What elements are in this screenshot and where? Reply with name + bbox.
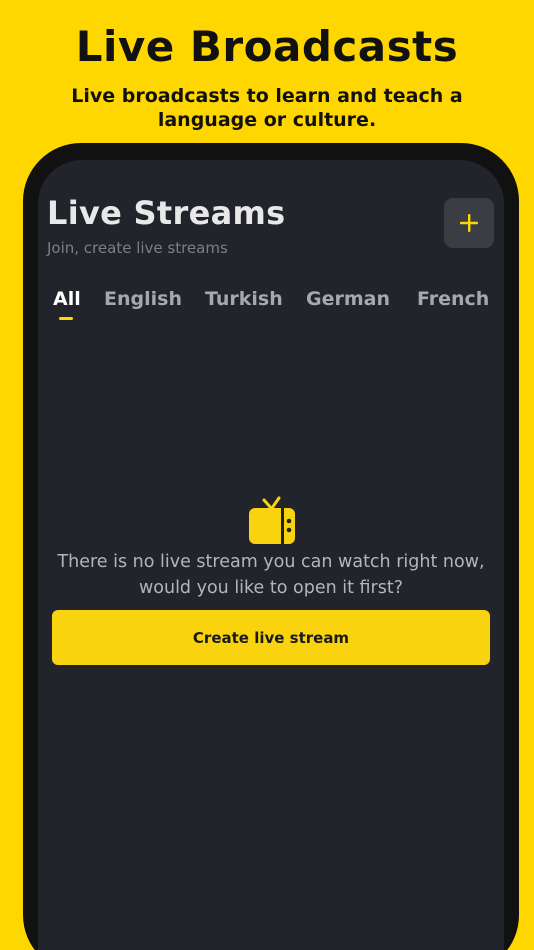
tab-all[interactable]: All (53, 288, 81, 310)
empty-message-line-1: There is no live stream you can watch ri… (57, 552, 485, 572)
tab-french[interactable]: French (417, 288, 489, 310)
active-tab-indicator (59, 317, 73, 320)
tab-german[interactable]: German (306, 288, 390, 310)
tab-english[interactable]: English (104, 288, 182, 310)
plus-icon (459, 213, 479, 233)
create-live-stream-button[interactable]: Create live stream (52, 610, 490, 665)
language-tabs: All English Turkish German French (38, 288, 504, 328)
empty-state-message: There is no live stream you can watch ri… (38, 549, 504, 601)
tab-turkish[interactable]: Turkish (205, 288, 283, 310)
add-stream-button[interactable] (444, 198, 494, 248)
tv-icon (247, 496, 297, 546)
app-screen: Live Streams Join, create live streams A… (38, 160, 504, 950)
promo-subtitle: Live broadcasts to learn and teach a lan… (71, 85, 463, 131)
empty-message-line-2: would you like to open it first? (138, 578, 404, 598)
page-title: Live Streams (47, 194, 286, 232)
page-subtitle: Join, create live streams (47, 239, 228, 257)
promo-title: Live Broadcasts (75, 22, 459, 71)
